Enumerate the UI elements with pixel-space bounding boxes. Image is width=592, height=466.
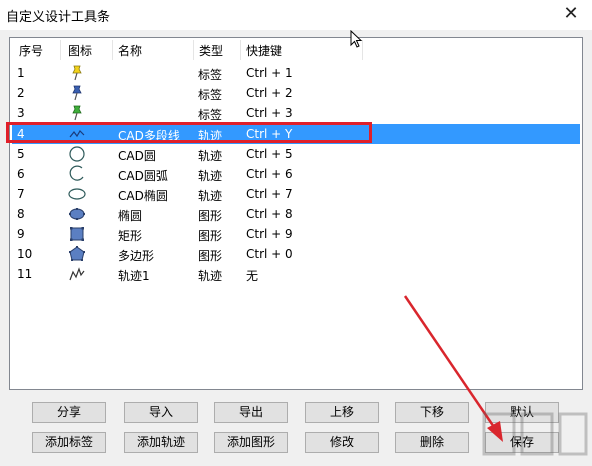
ellipse-icon: [68, 188, 86, 200]
list-row[interactable]: 1 标签 Ctrl + 1: [12, 63, 580, 83]
row-number: 9: [17, 227, 25, 241]
arc-icon: [69, 165, 84, 181]
polyline-icon: [69, 130, 85, 138]
default-button[interactable]: 默认: [485, 402, 559, 423]
row-name: CAD圆: [118, 149, 156, 163]
row-number: 2: [17, 86, 25, 100]
list-row[interactable]: 5 CAD圆 轨迹 Ctrl + 5: [12, 144, 580, 164]
yellow-pushpin-icon: [72, 65, 82, 81]
row-name: 轨迹1: [118, 269, 150, 283]
list-row[interactable]: 10 多边形 图形 Ctrl + 0: [12, 244, 580, 264]
blue-pushpin-icon: [72, 85, 82, 101]
row-name: CAD多段线: [118, 129, 180, 143]
row-type: 图形: [198, 249, 223, 263]
list-header: 序号 图标 名称 类型 快捷键: [10, 38, 582, 62]
row-shortcut: Ctrl + 3: [246, 106, 293, 120]
column-header-name[interactable]: 名称: [118, 42, 142, 59]
row-type: 轨迹: [198, 169, 223, 183]
save-button[interactable]: 保存: [485, 432, 559, 453]
row-number: 6: [17, 167, 25, 181]
row-name: CAD椭圆: [118, 189, 168, 203]
row-name: CAD圆弧: [118, 169, 168, 183]
move-up-button[interactable]: 上移: [305, 402, 379, 423]
row-type: 轨迹: [198, 129, 223, 143]
list-row[interactable]: 2 标签 Ctrl + 2: [12, 83, 580, 103]
list-row[interactable]: 11 轨迹1 轨迹 无: [12, 264, 580, 284]
row-shortcut: Ctrl + 2: [246, 86, 293, 100]
row-type: 标签: [198, 88, 223, 102]
row-shortcut: Ctrl + Y: [246, 127, 293, 141]
row-type: 轨迹: [198, 149, 223, 163]
share-button[interactable]: 分享: [32, 402, 106, 423]
list-row[interactable]: 3 标签 Ctrl + 3: [12, 103, 580, 123]
row-number: 3: [17, 106, 25, 120]
row-shortcut: Ctrl + 1: [246, 66, 293, 80]
row-number: 7: [17, 187, 25, 201]
row-shortcut: Ctrl + 7: [246, 187, 293, 201]
row-type: 标签: [198, 68, 223, 82]
row-number: 10: [17, 247, 33, 261]
row-type: 图形: [198, 209, 223, 223]
list-row[interactable]: 6 CAD圆弧 轨迹 Ctrl + 6: [12, 164, 580, 184]
green-pushpin-icon: [72, 105, 82, 121]
track-icon: [69, 267, 85, 281]
column-divider: [60, 40, 61, 60]
row-number: 5: [17, 147, 25, 161]
add-track-button[interactable]: 添加轨迹: [124, 432, 198, 453]
rectangle-icon: [70, 227, 84, 241]
row-number: 8: [17, 207, 25, 221]
row-name: 椭圆: [118, 209, 143, 223]
row-name: 矩形: [118, 229, 143, 243]
column-divider: [240, 40, 241, 60]
row-type: 轨迹: [198, 269, 223, 283]
window-title: 自定义设计工具条: [6, 10, 111, 25]
list-row[interactable]: 9 矩形 图形 Ctrl + 9: [12, 224, 580, 244]
row-shortcut: 无: [246, 269, 259, 283]
export-button[interactable]: 导出: [214, 402, 288, 423]
row-shortcut: Ctrl + 5: [246, 147, 293, 161]
column-header-icon[interactable]: 图标: [68, 42, 92, 59]
modify-button[interactable]: 修改: [305, 432, 379, 453]
title-bar: 自定义设计工具条 ✕: [0, 0, 592, 30]
column-header-number[interactable]: 序号: [19, 42, 43, 59]
filled-ellipse-icon: [69, 208, 85, 220]
row-shortcut: Ctrl + 9: [246, 227, 293, 241]
row-number: 11: [17, 267, 33, 281]
polygon-icon: [69, 246, 85, 261]
row-type: 标签: [198, 108, 223, 122]
delete-button[interactable]: 删除: [395, 432, 469, 453]
list-row-selected[interactable]: 4 CAD多段线 轨迹 Ctrl + Y: [12, 124, 580, 144]
row-type: 轨迹: [198, 189, 223, 203]
list-row[interactable]: 8 椭圆 图形 Ctrl + 8: [12, 204, 580, 224]
row-shortcut: Ctrl + 6: [246, 167, 293, 181]
mouse-cursor-icon: [350, 30, 363, 48]
toolbar-list[interactable]: 序号 图标 名称 类型 快捷键 1 标签 Ctrl + 1 2 标签 Ctrl …: [9, 37, 583, 390]
row-shortcut: Ctrl + 0: [246, 247, 293, 261]
row-name: 多边形: [118, 249, 155, 263]
column-divider: [193, 40, 194, 60]
row-type: 图形: [198, 229, 223, 243]
move-down-button[interactable]: 下移: [395, 402, 469, 423]
column-divider: [112, 40, 113, 60]
row-shortcut: Ctrl + 8: [246, 207, 293, 221]
row-number: 1: [17, 66, 25, 80]
row-number: 4: [17, 127, 25, 141]
add-shape-button[interactable]: 添加图形: [214, 432, 288, 453]
column-header-type[interactable]: 类型: [199, 42, 223, 59]
import-button[interactable]: 导入: [124, 402, 198, 423]
close-icon[interactable]: ✕: [556, 2, 586, 26]
add-label-button[interactable]: 添加标签: [32, 432, 106, 453]
list-row[interactable]: 7 CAD椭圆 轨迹 Ctrl + 7: [12, 184, 580, 204]
circle-icon: [69, 146, 85, 162]
column-header-shortcut[interactable]: 快捷键: [246, 42, 282, 59]
